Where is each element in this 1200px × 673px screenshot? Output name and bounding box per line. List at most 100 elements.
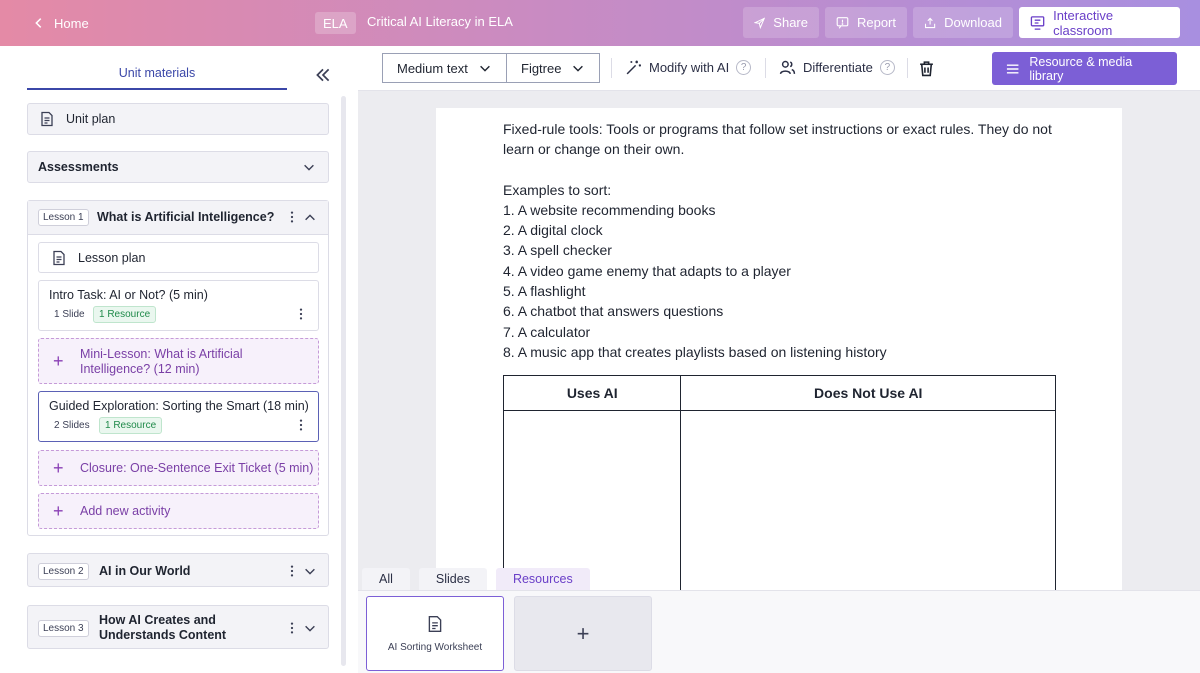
activity-title: Guided Exploration: Sorting the Smart (1… bbox=[49, 399, 309, 413]
plus-icon: + bbox=[53, 458, 64, 478]
differentiate-label: Differentiate bbox=[803, 60, 873, 75]
lesson-3-item[interactable]: Lesson 3 How AI Creates and Understands … bbox=[27, 605, 329, 649]
download-label: Download bbox=[944, 15, 1002, 30]
kebab-icon[interactable] bbox=[294, 307, 308, 321]
example-item: 4. A video game enemy that adapts to a p… bbox=[503, 262, 791, 279]
activity-closure[interactable]: + Closure: One-Sentence Exit Ticket (5 m… bbox=[38, 450, 319, 486]
home-link[interactable]: Home bbox=[32, 13, 89, 33]
interactive-classroom-label: Interactive classroom bbox=[1053, 7, 1114, 38]
download-icon bbox=[924, 17, 936, 28]
kebab-icon[interactable] bbox=[294, 418, 308, 432]
assessments-item[interactable]: Assessments bbox=[27, 151, 329, 183]
document-icon bbox=[428, 616, 442, 632]
lesson-tag: Lesson 3 bbox=[38, 620, 89, 637]
table-header-uses-ai: Uses AI bbox=[502, 375, 682, 411]
divider bbox=[907, 58, 908, 78]
font-value: Figtree bbox=[521, 60, 562, 76]
report-icon bbox=[836, 16, 849, 29]
magic-wand-icon bbox=[626, 60, 641, 75]
add-resource-button[interactable]: + bbox=[514, 596, 652, 671]
home-label: Home bbox=[54, 15, 89, 31]
resource-media-library-button[interactable]: Resource & media library bbox=[992, 52, 1177, 85]
activity-guided-exploration[interactable]: Guided Exploration: Sorting the Smart (1… bbox=[38, 391, 319, 442]
example-item: 2. A digital clock bbox=[503, 222, 603, 239]
kebab-icon[interactable] bbox=[285, 564, 299, 578]
document-icon bbox=[41, 111, 53, 127]
lesson-plan-item[interactable]: Lesson plan bbox=[38, 242, 319, 273]
report-button[interactable]: Report bbox=[825, 7, 907, 38]
lesson-tag: Lesson 1 bbox=[38, 209, 89, 226]
slide-count: 2 Slides bbox=[54, 420, 90, 431]
tab-slides[interactable]: Slides bbox=[418, 568, 487, 590]
example-item: 7. A calculator bbox=[503, 323, 591, 340]
chevron-down-icon bbox=[304, 164, 314, 171]
plus-icon: + bbox=[53, 351, 64, 371]
sidebar-scrollbar[interactable] bbox=[341, 96, 346, 666]
divider bbox=[611, 58, 612, 78]
document-icon bbox=[53, 250, 65, 265]
lesson-2-item[interactable]: Lesson 2 AI in Our World bbox=[27, 553, 329, 587]
chevron-down-icon[interactable] bbox=[303, 621, 317, 635]
plus-icon: + bbox=[53, 501, 64, 521]
sidebar: Unit materials Unit plan Assessments Les… bbox=[0, 46, 358, 673]
activity-intro-task[interactable]: Intro Task: AI or Not? (5 min) 1 Slide 1… bbox=[38, 280, 319, 331]
modify-with-ai-label: Modify with AI bbox=[649, 60, 730, 75]
text-size-value: Medium text bbox=[397, 60, 468, 76]
text-size-select[interactable]: Medium text bbox=[382, 53, 507, 83]
share-button[interactable]: Share bbox=[743, 7, 819, 38]
modify-with-ai-button[interactable]: Modify with AI ? bbox=[625, 59, 752, 76]
resource-thumbnail[interactable]: AI Sorting Worksheet bbox=[366, 596, 504, 671]
activity-title: Mini-Lesson: What is Artificial Intellig… bbox=[80, 347, 243, 376]
top-bar: Home ELA Critical AI Literacy in ELA Sha… bbox=[0, 0, 1200, 46]
interactive-classroom-button[interactable]: Interactive classroom bbox=[1019, 7, 1180, 38]
activity-title: Closure: One-Sentence Exit Ticket (5 min… bbox=[80, 461, 314, 475]
material-filter-tabs: All Slides Resources bbox=[362, 568, 590, 590]
editor-toolbar: Medium text Figtree Modify with AI ? Dif… bbox=[358, 46, 1200, 91]
subject-badge: ELA bbox=[315, 12, 356, 34]
download-button[interactable]: Download bbox=[913, 7, 1013, 38]
lesson-3-title: How AI Creates and Understands Content bbox=[99, 613, 227, 642]
lesson-1-section: Lesson 1 What is Artificial Intelligence… bbox=[27, 200, 329, 536]
chevron-up-icon[interactable] bbox=[303, 211, 317, 225]
chevron-down-icon[interactable] bbox=[303, 564, 317, 578]
trash-icon[interactable] bbox=[918, 60, 935, 77]
lesson-tag: Lesson 2 bbox=[38, 563, 89, 580]
lesson-2-title: AI in Our World bbox=[99, 564, 191, 578]
resource-tray: AI Sorting Worksheet + bbox=[358, 590, 1200, 673]
worksheet-text[interactable]: Fixed-rule tools: Tools or programs that… bbox=[503, 119, 1063, 362]
chevron-down-icon bbox=[480, 65, 490, 72]
assessments-label: Assessments bbox=[38, 160, 119, 174]
unit-plan-item[interactable]: Unit plan bbox=[27, 103, 329, 135]
kebab-icon[interactable] bbox=[285, 621, 299, 635]
menu-icon bbox=[1006, 63, 1019, 74]
add-new-activity-button[interactable]: + Add new activity bbox=[38, 493, 319, 529]
activity-mini-lesson[interactable]: + Mini-Lesson: What is Artificial Intell… bbox=[38, 338, 319, 384]
unit-title: Critical AI Literacy in ELA bbox=[367, 14, 513, 29]
tab-all[interactable]: All bbox=[362, 568, 410, 590]
example-item: 3. A spell checker bbox=[503, 242, 612, 259]
lesson-1-header[interactable]: Lesson 1 What is Artificial Intelligence… bbox=[28, 201, 328, 235]
resource-badge: 1 Resource bbox=[99, 417, 163, 434]
help-icon[interactable]: ? bbox=[736, 60, 752, 75]
plus-icon: + bbox=[576, 620, 590, 646]
kebab-icon[interactable] bbox=[285, 210, 299, 224]
share-label: Share bbox=[773, 15, 808, 30]
lesson-plan-label: Lesson plan bbox=[78, 250, 146, 265]
font-select[interactable]: Figtree bbox=[506, 53, 600, 83]
help-icon[interactable]: ? bbox=[879, 60, 895, 75]
tab-unit-materials[interactable]: Unit materials bbox=[27, 66, 287, 90]
chevron-left-icon bbox=[35, 18, 42, 28]
definition-text: Fixed-rule tools: Tools or programs that… bbox=[503, 121, 1052, 158]
example-item: 8. A music app that creates playlists ba… bbox=[503, 343, 887, 360]
report-label: Report bbox=[856, 15, 896, 30]
slide-count: 1 Slide bbox=[54, 309, 85, 320]
example-item: 1. A website recommending books bbox=[503, 201, 716, 218]
users-icon bbox=[779, 60, 796, 75]
tab-resources[interactable]: Resources bbox=[495, 568, 590, 590]
table-cell[interactable] bbox=[680, 410, 1056, 601]
differentiate-button[interactable]: Differentiate ? bbox=[779, 59, 895, 76]
add-new-activity-label: Add new activity bbox=[80, 504, 171, 518]
collapse-icon[interactable] bbox=[314, 66, 332, 84]
table-header-no-ai: Does Not Use AI bbox=[680, 375, 1056, 411]
lesson-1-title: What is Artificial Intelligence? bbox=[97, 210, 275, 224]
